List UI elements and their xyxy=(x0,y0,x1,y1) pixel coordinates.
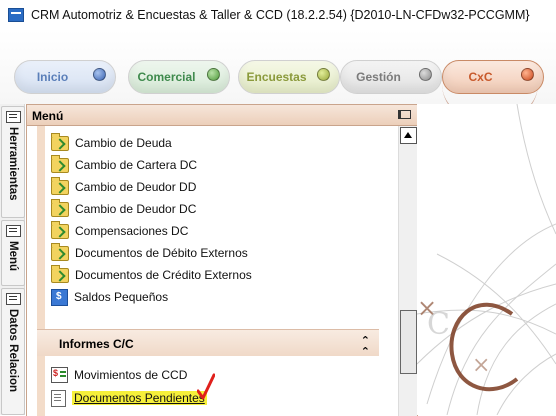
side-tab-label: Menú xyxy=(7,241,19,272)
background-decoration: × × C xyxy=(417,104,556,415)
module-tab-gestion[interactable]: Gestión xyxy=(340,60,442,94)
menu-item-cambio-de-deudor-dc[interactable]: Cambio de Deudor DC xyxy=(51,198,197,219)
menu-header: Menú xyxy=(27,105,417,126)
menu-item-cambio-de-deudor-dd[interactable]: Cambio de Deudor DD xyxy=(51,176,197,197)
side-tab-label: Herramientas xyxy=(7,127,19,201)
section-title: Informes C/C xyxy=(59,337,134,351)
menu-item-label: Compensaciones DC xyxy=(75,224,189,238)
side-tab-label: Datos Relacion xyxy=(7,309,19,393)
orb-icon xyxy=(207,68,220,81)
checkmark-annotation-icon xyxy=(197,373,215,400)
menu-item-label: Cambio de Deudor DC xyxy=(75,202,197,216)
folder-arrow-icon xyxy=(51,198,69,217)
menu-item-documentos-pendientes[interactable]: Documentos Pendientes xyxy=(51,388,207,408)
menu-item-cambio-de-deuda[interactable]: Cambio de Deuda xyxy=(51,132,172,153)
menu-item-documentos-debito-externos[interactable]: Documentos de Débito Externos xyxy=(51,242,248,263)
folder-arrow-icon xyxy=(51,242,69,261)
folder-arrow-icon xyxy=(51,132,69,151)
module-label: Inicio xyxy=(36,70,69,84)
orb-icon xyxy=(419,68,432,81)
folder-arrow-icon xyxy=(51,154,69,173)
document-icon xyxy=(51,389,66,407)
svg-text:C: C xyxy=(427,307,450,342)
folder-arrow-icon xyxy=(51,176,69,195)
menu-title: Menú xyxy=(32,109,64,123)
menu-item-label: Documentos de Crédito Externos xyxy=(75,268,252,282)
side-tab-herramientas[interactable]: Herramientas xyxy=(1,106,25,218)
relation-icon xyxy=(6,293,21,305)
section-header-informes[interactable]: Informes C/C ⌃ ⌃ xyxy=(37,329,379,358)
cxc-logo-icon: × × C xyxy=(417,104,556,415)
module-tab-cxc[interactable]: CxC xyxy=(442,60,544,94)
orb-icon xyxy=(317,68,330,81)
menu-panel: Menú Cambio de Deuda Cambio de Cartera D… xyxy=(26,104,418,416)
menu-item-label: Saldos Pequeños xyxy=(74,290,169,304)
scroll-up-button[interactable] xyxy=(400,127,417,144)
title-bar: CRM Automotriz & Encuestas & Taller & CC… xyxy=(0,0,556,30)
module-tab-encuestas[interactable]: Encuestas xyxy=(238,60,340,94)
module-label: CxC xyxy=(468,70,493,84)
money-icon xyxy=(51,288,68,306)
module-label: Encuestas xyxy=(246,70,307,84)
folder-arrow-icon xyxy=(51,264,69,283)
collapse-icon[interactable]: ⌃ ⌃ xyxy=(361,336,370,358)
folder-arrow-icon xyxy=(51,220,69,239)
menu-item-cambio-de-cartera-dc[interactable]: Cambio de Cartera DC xyxy=(51,154,198,175)
menu-scrollbar[interactable] xyxy=(398,126,417,416)
menu-item-documentos-credito-externos[interactable]: Documentos de Crédito Externos xyxy=(51,264,252,285)
orb-icon xyxy=(521,68,534,81)
module-label: Comercial xyxy=(137,70,196,84)
svg-text:×: × xyxy=(472,353,490,378)
panel-icon xyxy=(6,225,21,237)
orb-icon xyxy=(93,68,106,81)
menu-item-label: Documentos de Débito Externos xyxy=(75,246,248,260)
side-tab-menu[interactable]: Menú xyxy=(1,220,25,286)
module-nav: Inicio Comercial Encuestas Gestión CxC xyxy=(0,30,556,121)
menu-item-label: Cambio de Cartera DC xyxy=(75,158,198,172)
scroll-thumb[interactable] xyxy=(400,310,417,374)
menu-item-movimientos-ccd[interactable]: Movimientos de CCD xyxy=(51,365,187,385)
movements-icon xyxy=(51,367,68,383)
side-tab-strip: Herramientas Menú Datos Relacion xyxy=(0,104,25,415)
side-tab-datos-relacion[interactable]: Datos Relacion xyxy=(1,288,25,415)
app-icon xyxy=(8,8,24,22)
menu-item-label: Movimientos de CCD xyxy=(74,368,188,382)
menu-item-compensaciones-dc[interactable]: Compensaciones DC xyxy=(51,220,189,241)
module-label: Gestión xyxy=(356,70,401,84)
menu-item-saldos-pequenos[interactable]: Saldos Pequeños xyxy=(51,287,168,307)
panel-icon xyxy=(6,111,21,123)
menu-item-label: Cambio de Deuda xyxy=(75,136,172,150)
module-tab-inicio[interactable]: Inicio xyxy=(14,60,116,94)
window-title: CRM Automotriz & Encuestas & Taller & CC… xyxy=(31,8,530,22)
module-tab-comercial[interactable]: Comercial xyxy=(128,60,230,94)
menu-item-label: Cambio de Deudor DD xyxy=(75,180,197,194)
menu-item-label: Documentos Pendientes xyxy=(72,391,207,405)
pin-icon[interactable] xyxy=(398,110,411,119)
